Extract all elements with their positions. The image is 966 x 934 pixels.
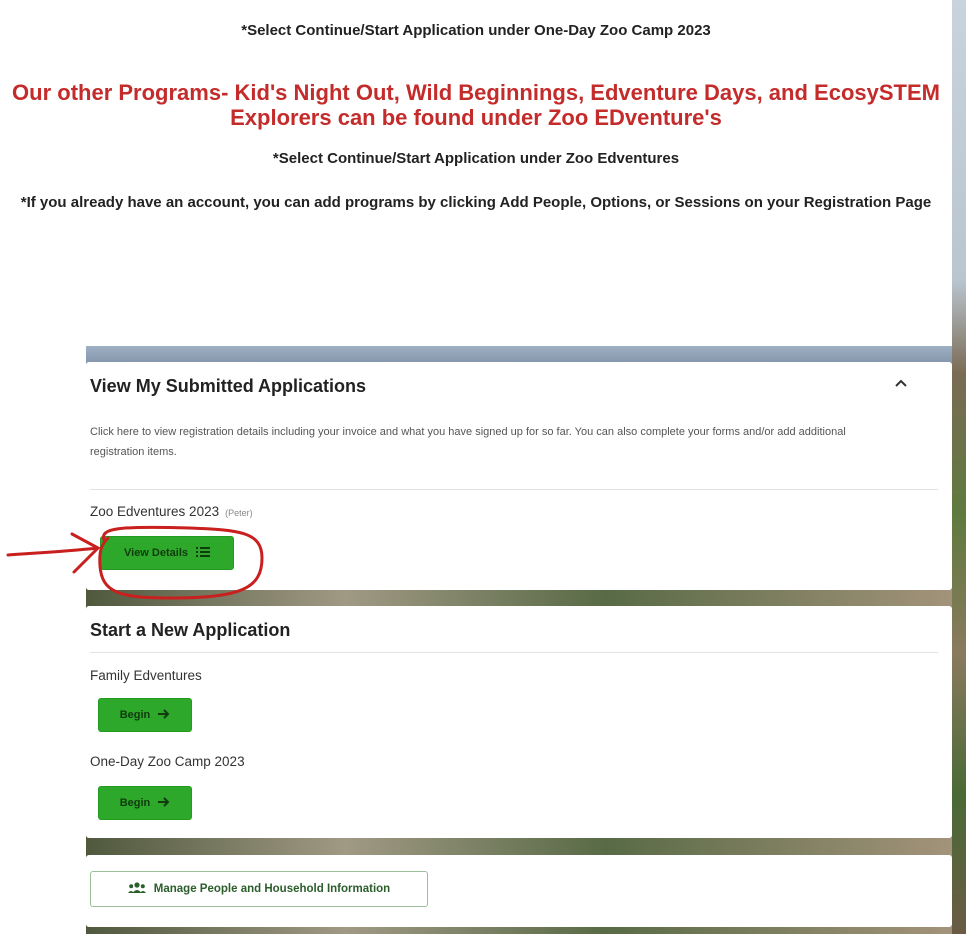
program-name-family-edventures: Family Edventures [90, 668, 202, 683]
chevron-up-icon[interactable] [894, 372, 908, 393]
background-photo-strip [952, 0, 966, 934]
new-application-panel: Start a New Application Family Edventure… [86, 606, 952, 838]
manage-people-panel: Manage People and Household Information [86, 855, 952, 927]
begin-button-label: Begin [119, 709, 151, 721]
application-item: Zoo Edventures 2023 (Peter) [90, 504, 253, 519]
manage-people-button[interactable]: Manage People and Household Information [90, 871, 428, 907]
people-icon [127, 881, 146, 897]
new-application-title: Start a New Application [90, 620, 291, 640]
program-name-one-day-zoo-camp: One-Day Zoo Camp 2023 [90, 754, 245, 769]
divider [90, 652, 938, 653]
zoo-select-notice: *Select Continue/Start Application under… [272, 150, 680, 167]
application-name: Zoo Edventures 2023 [90, 504, 220, 519]
existing-account-notice: *If you already have an account, you can… [20, 194, 932, 211]
camp-select-notice: *Select Continue/Start Application under… [241, 22, 711, 39]
manage-people-label: Manage People and Household Information [153, 883, 391, 895]
arrow-right-icon [158, 796, 170, 810]
annotation-arrow-icon [6, 532, 101, 574]
begin-button-label: Begin [119, 797, 151, 809]
divider [90, 489, 938, 490]
other-programs-heading: Our other Programs- Kid's Night Out, Wil… [12, 80, 940, 130]
view-details-label: View Details [124, 547, 188, 559]
arrow-right-icon [158, 708, 170, 722]
begin-button-one-day-zoo-camp[interactable]: Begin [98, 786, 192, 820]
view-details-button[interactable]: View Details [100, 536, 234, 570]
begin-button-family-edventures[interactable]: Begin [98, 698, 192, 732]
submitted-applications-title: View My Submitted Applications [90, 376, 367, 396]
application-person: (Peter) [225, 508, 253, 518]
submitted-applications-description: Click here to view registration details … [90, 426, 846, 458]
list-icon [196, 546, 210, 561]
submitted-applications-panel: View My Submitted Applications Click her… [86, 362, 952, 590]
